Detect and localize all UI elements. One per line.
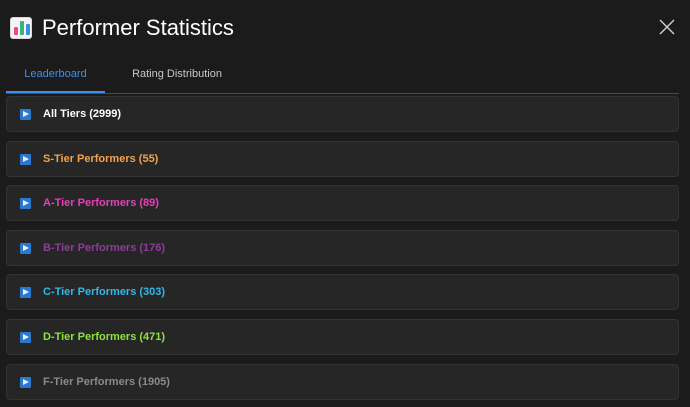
- bar-chart-icon-bar: [14, 27, 18, 35]
- tier-row-d[interactable]: D-Tier Performers (471): [6, 318, 679, 355]
- performer-statistics-dialog: Performer Statistics Leaderboard Rating …: [0, 0, 690, 407]
- tier-label: All Tiers (2999): [43, 108, 122, 120]
- tier-list: All Tiers (2999) S-Tier Performers (55) …: [6, 96, 679, 407]
- tier-label: F-Tier Performers (1905): [43, 375, 170, 388]
- tier-label: B-Tier Performers (176): [43, 241, 166, 254]
- dialog-title: Performer Statistics: [42, 15, 234, 40]
- tab-bar: Leaderboard Rating Distribution: [6, 60, 679, 94]
- tab-rating-distribution[interactable]: Rating Distribution: [116, 60, 238, 93]
- tier-row-all[interactable]: All Tiers (2999): [6, 96, 679, 132]
- tier-label: C-Tier Performers (303): [43, 286, 166, 299]
- close-icon: [659, 19, 675, 35]
- expand-arrow-icon: [20, 242, 31, 254]
- tab-leaderboard[interactable]: Leaderboard: [6, 60, 105, 93]
- bar-chart-icon-bar: [26, 24, 30, 35]
- expand-arrow-icon: [20, 153, 31, 165]
- tier-label: D-Tier Performers (471): [43, 330, 166, 343]
- expand-arrow-icon: [20, 198, 31, 210]
- tier-row-s[interactable]: S-Tier Performers (55): [6, 140, 679, 177]
- tier-label: S-Tier Performers (55): [43, 152, 159, 165]
- dialog-header: Performer Statistics: [0, 0, 690, 56]
- expand-arrow-icon: [20, 376, 31, 388]
- tier-row-f[interactable]: F-Tier Performers (1905): [6, 363, 679, 400]
- bar-chart-icon: [10, 17, 32, 39]
- expand-arrow-icon: [20, 331, 31, 343]
- expand-arrow-icon: [20, 287, 31, 299]
- close-button[interactable]: [656, 16, 678, 38]
- tier-row-c[interactable]: C-Tier Performers (303): [6, 274, 679, 311]
- bar-chart-icon-bar: [20, 21, 24, 35]
- tier-row-b[interactable]: B-Tier Performers (176): [6, 229, 679, 266]
- expand-arrow-icon: [20, 109, 31, 120]
- tier-label: A-Tier Performers (89): [43, 197, 159, 210]
- tier-row-a[interactable]: A-Tier Performers (89): [6, 185, 679, 222]
